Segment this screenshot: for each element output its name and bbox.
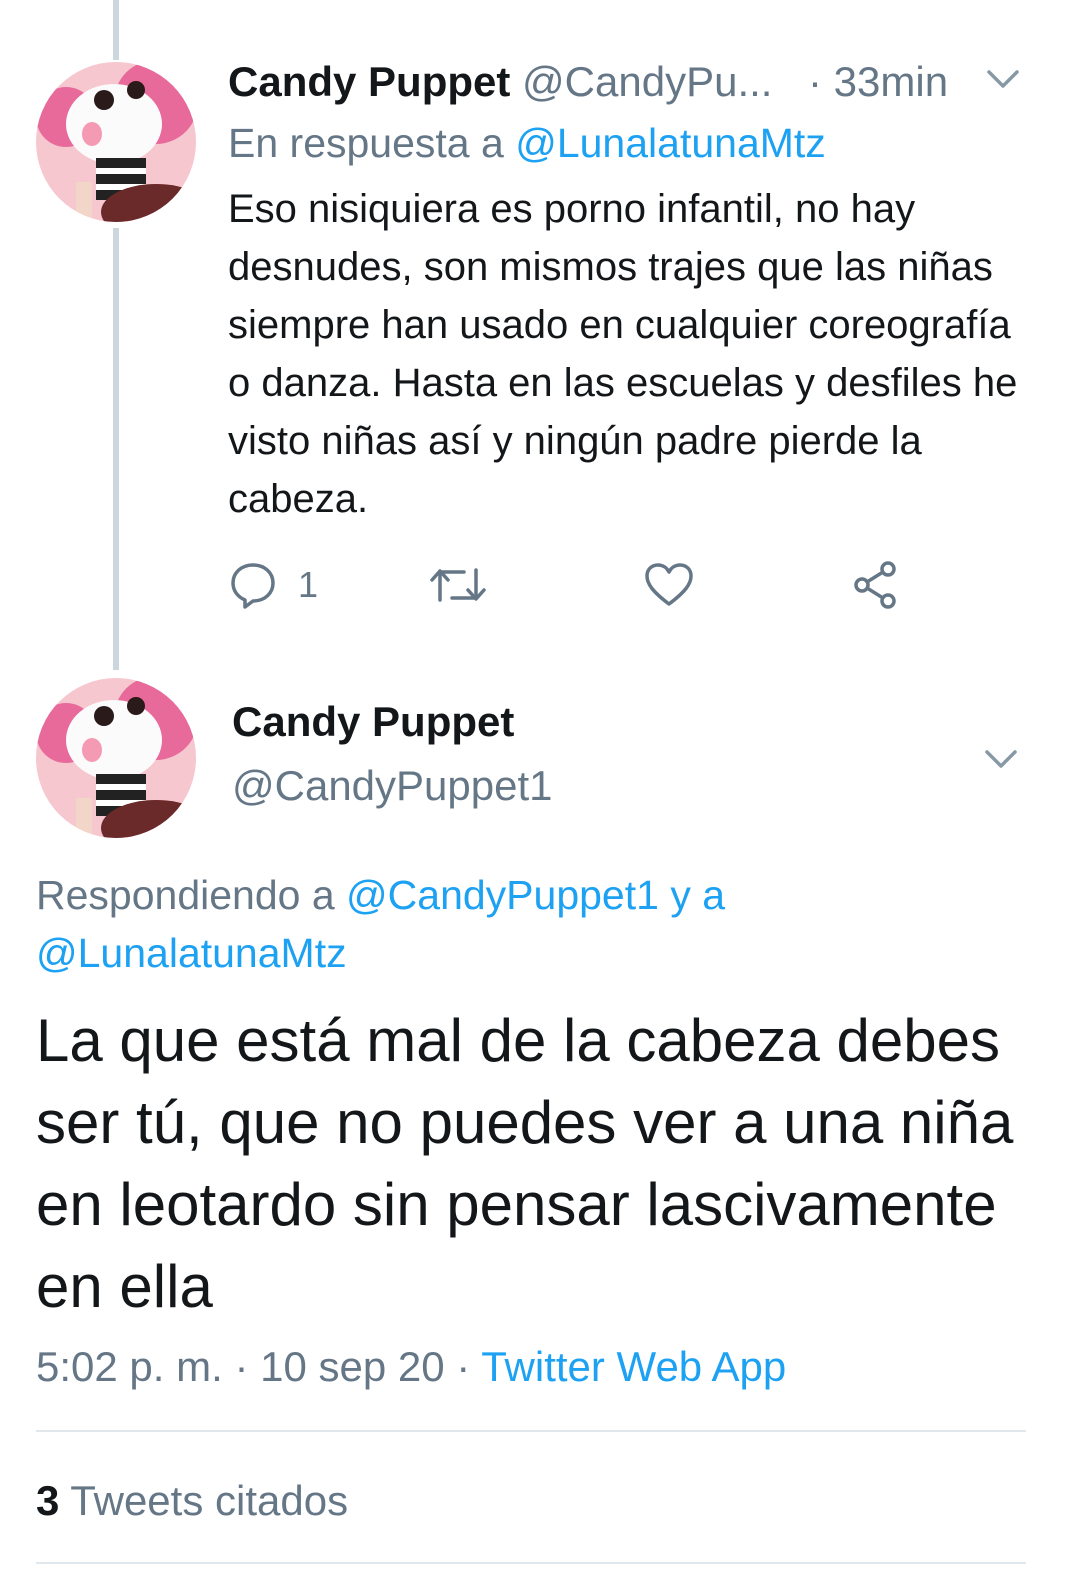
display-name[interactable]: Candy Puppet <box>228 58 510 105</box>
quoted-count: 3 <box>36 1477 60 1524</box>
tweet-timestamp[interactable]: · 33min <box>808 56 948 108</box>
reply-context: En respuesta a @LunalatunaMtz <box>228 117 826 169</box>
tweet-source-link[interactable]: Twitter Web App <box>481 1343 786 1390</box>
separator: · <box>456 1343 471 1390</box>
quoted-tweets-link[interactable]: 3 Tweets citados <box>36 1474 348 1528</box>
divider <box>36 1562 1026 1564</box>
chevron-down-icon[interactable] <box>984 746 1018 777</box>
display-name[interactable]: Candy Puppet <box>232 696 514 748</box>
quoted-label: Tweets citados <box>70 1477 349 1524</box>
replying-context: Respondiendo a @CandyPuppet1 y a @Lunala… <box>36 866 1036 982</box>
tweet-header: Candy Puppet @CandyPu... <box>228 56 772 108</box>
retweet-button[interactable] <box>428 555 488 615</box>
share-button[interactable] <box>850 555 902 615</box>
tweet-date[interactable]: 10 sep 20 <box>260 1343 445 1390</box>
user-handle[interactable]: @CandyPu... <box>522 58 772 105</box>
retweet-icon <box>428 560 488 610</box>
tweet-actions: 1 <box>228 555 928 615</box>
tweet-text: Eso nisiquiera es porno infantil, no hay… <box>228 187 1018 521</box>
reply-prefix: En respuesta a <box>228 120 504 166</box>
like-button[interactable] <box>643 555 695 615</box>
avatar[interactable] <box>36 678 196 838</box>
like-icon <box>643 560 695 610</box>
tweet-time[interactable]: 5:02 p. m. <box>36 1343 223 1390</box>
tweet-text: La que está mal de la cabeza debes ser t… <box>36 1007 1014 1320</box>
tweet-meta: 5:02 p. m. · 10 sep 20 · Twitter Web App <box>36 1340 786 1394</box>
divider <box>36 1430 1026 1432</box>
separator: · <box>808 58 822 105</box>
relative-time[interactable]: 33min <box>834 58 948 105</box>
chevron-down-icon[interactable] <box>986 66 1020 97</box>
separator: · <box>234 1343 249 1390</box>
share-icon <box>850 559 902 611</box>
thread-line <box>113 0 119 60</box>
reply-button[interactable]: 1 <box>228 555 318 615</box>
reply-icon <box>228 560 278 610</box>
mention-link[interactable]: @LunalatunaMtz <box>515 120 826 166</box>
thread-line <box>113 228 119 670</box>
user-handle[interactable]: @CandyPuppet1 <box>232 760 553 812</box>
replying-prefix: Respondiendo a <box>36 872 335 918</box>
reply-count: 1 <box>298 564 319 605</box>
avatar[interactable] <box>36 62 196 222</box>
